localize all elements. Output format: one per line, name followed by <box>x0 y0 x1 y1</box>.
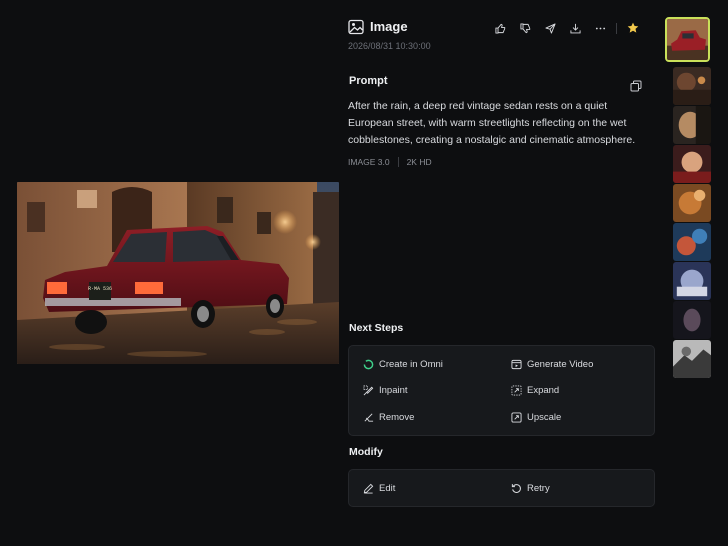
upscale-icon <box>511 411 522 423</box>
next-steps-heading: Next Steps <box>349 322 404 334</box>
thumbnail-1[interactable] <box>665 17 710 62</box>
remove-icon <box>364 413 374 422</box>
edit-option[interactable]: Edit <box>363 481 395 495</box>
download-button[interactable] <box>566 19 584 37</box>
star-icon <box>627 22 639 33</box>
favorite-button[interactable] <box>624 19 642 37</box>
creation-date: 2026/08/31 10:30:00 <box>348 41 431 51</box>
share-button[interactable] <box>541 19 559 37</box>
create-in-omni-option[interactable]: Create in Omni <box>363 357 443 371</box>
omni-icon <box>363 359 374 369</box>
more-icon <box>595 27 605 29</box>
inpaint-option[interactable]: Inpaint <box>363 383 408 397</box>
video-icon <box>511 359 522 369</box>
modify-card: Edit Retry <box>348 469 655 507</box>
option-label: Upscale <box>527 411 562 423</box>
generate-video-option[interactable]: Generate Video <box>511 357 593 371</box>
dislike-button[interactable] <box>516 19 534 37</box>
details-panel: Image 2026/08/31 10:30:00 Prompt After t… <box>348 0 656 546</box>
next-steps-card: Create in Omni Generate Video Inpaint Ex… <box>348 345 655 436</box>
details-header: Image <box>348 18 656 40</box>
resolution-label: 2K HD <box>406 157 432 167</box>
thumbnail-8[interactable] <box>673 301 711 339</box>
option-label: Retry <box>527 482 550 494</box>
like-button[interactable] <box>491 19 509 37</box>
option-label: Create in Omni <box>379 358 443 370</box>
actions-divider <box>616 22 617 34</box>
option-label: Remove <box>379 411 415 423</box>
page-title: Image <box>370 19 408 34</box>
thumbs-up-icon <box>494 23 505 34</box>
copy-icon[interactable] <box>630 80 642 92</box>
more-button[interactable] <box>591 19 609 37</box>
prompt-heading: Prompt <box>349 75 388 87</box>
thumbnail-6[interactable] <box>673 223 711 261</box>
remove-option[interactable]: Remove <box>363 410 414 424</box>
expand-icon <box>511 385 522 395</box>
retry-option[interactable]: Retry <box>511 481 550 495</box>
thumbnail-4[interactable] <box>673 145 711 183</box>
inpaint-icon <box>363 385 374 395</box>
edit-icon <box>363 483 374 494</box>
option-label: Inpaint <box>379 384 408 396</box>
prompt-text: After the rain, a deep red vintage sedan… <box>348 100 636 146</box>
thumbs-down-icon <box>519 22 530 33</box>
thumbnail-2[interactable] <box>673 67 711 105</box>
image-icon <box>348 19 364 35</box>
expand-option[interactable]: Expand <box>511 383 559 397</box>
license-plate-line-1: R·MA 536 <box>88 286 112 292</box>
retry-icon <box>511 483 521 493</box>
header-actions <box>484 19 642 37</box>
thumbnail-9[interactable] <box>673 340 711 378</box>
meta-divider <box>397 157 399 167</box>
modify-heading: Modify <box>349 446 383 458</box>
upscale-option[interactable]: Upscale <box>511 410 561 424</box>
model-version: IMAGE 3.0 <box>348 157 390 167</box>
option-label: Expand <box>527 384 560 396</box>
generation-meta: IMAGE 3.0 2K HD <box>348 157 432 167</box>
thumbnail-7[interactable] <box>673 262 711 300</box>
thumbnail-5[interactable] <box>673 184 711 222</box>
generated-image[interactable]: R·MA 536 <box>17 182 339 364</box>
share-icon <box>544 22 556 34</box>
download-icon <box>569 23 581 33</box>
option-label: Generate Video <box>527 358 594 370</box>
option-label: Edit <box>379 482 396 494</box>
thumbnail-3[interactable] <box>673 106 711 144</box>
